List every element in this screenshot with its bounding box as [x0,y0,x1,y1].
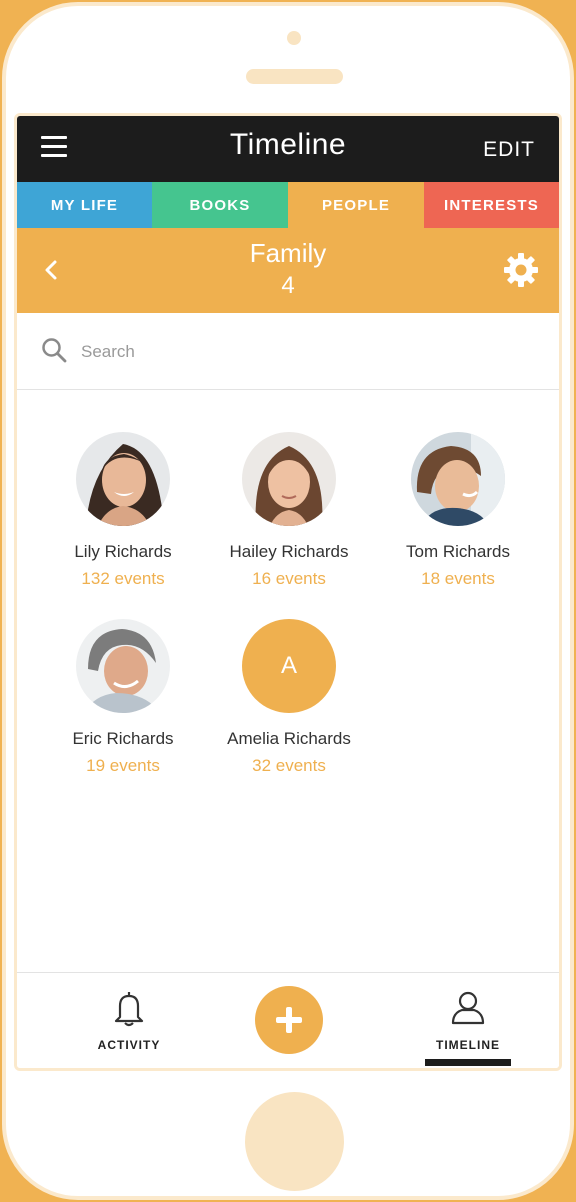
person-card[interactable]: A Amelia Richards 32 events [204,619,374,776]
tab-my-life[interactable]: MY LIFE [17,182,152,228]
person-name: Hailey Richards [229,542,349,561]
search-icon [42,338,67,363]
active-tab-indicator [425,1059,511,1066]
avatar [411,432,505,526]
initial-avatar: A [242,619,336,713]
tab-books[interactable]: BOOKS [152,182,288,228]
nav-activity-label: ACTIVITY [97,1038,161,1052]
person-photo-icon [76,432,170,526]
person-name: Amelia Richards [227,729,351,748]
gear-icon[interactable] [503,252,539,288]
person-name: Eric Richards [72,729,174,748]
avatar [76,432,170,526]
person-name: Tom Richards [406,542,510,561]
nav-timeline[interactable]: TIMELINE [425,989,511,1052]
user-icon [451,991,485,1025]
avatar [76,619,170,713]
tab-interests[interactable]: INTERESTS [424,182,559,228]
group-header: Family 4 [17,228,559,313]
add-button[interactable] [255,986,323,1054]
category-tabs: MY LIFE BOOKS PEOPLE INTERESTS [17,182,559,228]
page-title: Timeline [229,128,347,161]
person-event-count: 132 events [81,569,165,588]
bell-icon [114,992,144,1027]
app-screen: Timeline EDIT MY LIFE BOOKS PEOPLE INTER… [14,113,562,1071]
edit-button[interactable]: EDIT [483,138,535,162]
person-photo-icon [242,432,336,526]
person-photo-icon [411,432,505,526]
person-card[interactable]: Eric Richards 19 events [38,619,208,776]
person-name: Lily Richards [74,542,172,561]
tab-people[interactable]: PEOPLE [288,182,424,228]
person-card[interactable]: Tom Richards 18 events [373,432,543,589]
person-event-count: 32 events [252,756,326,775]
search-bar[interactable] [17,313,559,390]
person-card[interactable]: Hailey Richards 16 events [204,432,374,589]
person-card[interactable]: Lily Richards 132 events [38,432,208,589]
front-camera [287,31,301,45]
avatar [242,432,336,526]
home-button[interactable] [245,1092,344,1191]
bottom-navigation: ACTIVITY TIMELINE [17,972,559,1068]
earpiece-speaker [246,69,343,84]
person-event-count: 16 events [252,569,326,588]
group-member-count: 4 [281,272,295,299]
nav-timeline-label: TIMELINE [436,1038,500,1052]
nav-activity[interactable]: ACTIVITY [87,989,171,1052]
group-name: Family [249,238,327,268]
person-event-count: 19 events [86,756,160,775]
person-event-count: 18 events [421,569,495,588]
person-photo-icon [76,619,170,713]
top-app-bar: Timeline EDIT [17,116,559,182]
search-input[interactable] [81,339,481,365]
